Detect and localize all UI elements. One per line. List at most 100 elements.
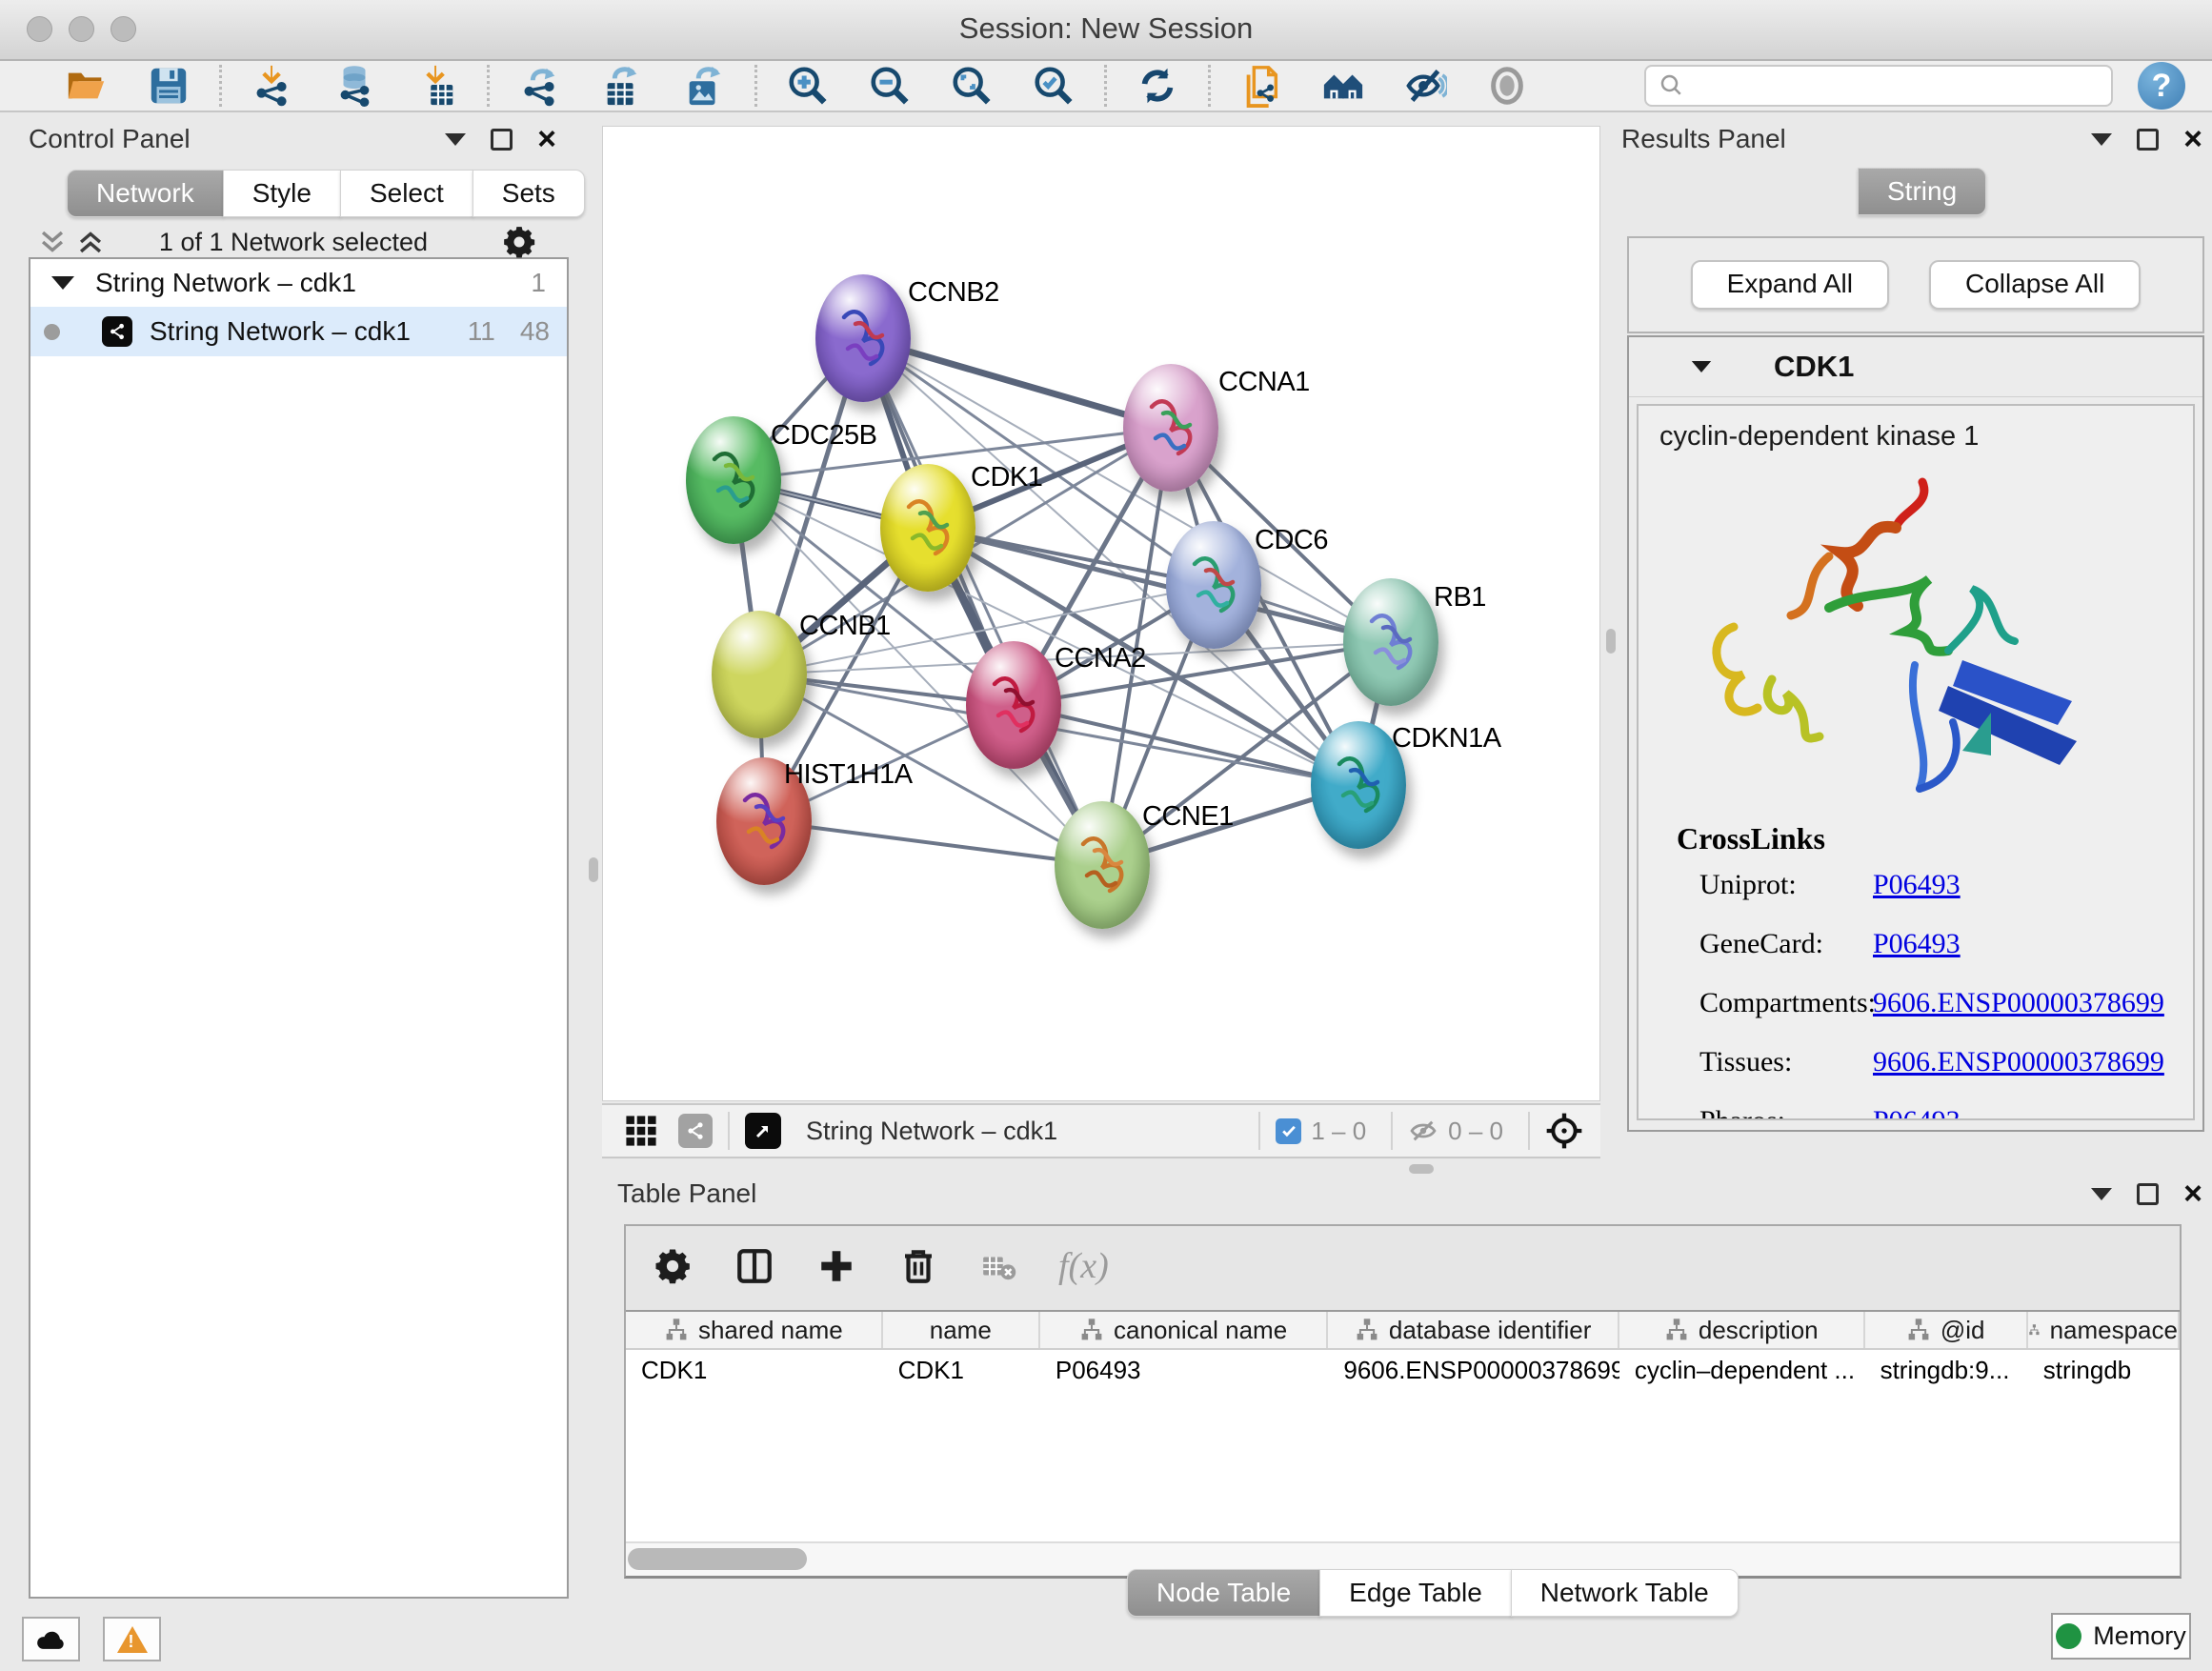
open-file-icon[interactable] (65, 64, 109, 108)
search-input[interactable] (1686, 70, 2090, 102)
panel-menu-icon[interactable] (445, 133, 466, 146)
network-node-CDC6[interactable] (1166, 521, 1261, 649)
node-label-CCNB2: CCNB2 (908, 277, 999, 309)
column-header-shared-name[interactable]: shared name (626, 1312, 883, 1348)
tab-network-table[interactable]: Network Table (1511, 1569, 1739, 1617)
tab-style[interactable]: Style (223, 170, 341, 217)
detach-view-icon[interactable] (745, 1113, 781, 1149)
float-panel-icon[interactable] (2137, 129, 2159, 151)
warning-status-button[interactable] (103, 1617, 161, 1661)
network-tree-row-selected[interactable]: String Network – cdk1 11 48 (30, 307, 567, 356)
selected-nodes-checkbox[interactable] (1276, 1118, 1301, 1144)
zoom-out-icon[interactable] (868, 64, 912, 108)
right-splitter-handle[interactable] (1606, 629, 1616, 654)
column-hierarchy-icon (1664, 1318, 1689, 1342)
network-node-CCNB1[interactable] (712, 611, 807, 738)
cell-name[interactable]: CDK1 (883, 1350, 1040, 1394)
cell-database-identifier[interactable]: 9606.ENSP00000378699 (1328, 1350, 1619, 1394)
save-session-icon[interactable] (147, 64, 191, 108)
export-image-icon[interactable] (682, 64, 726, 108)
show-hidden-eye-icon[interactable] (1485, 64, 1529, 108)
network-node-CCNA1[interactable] (1123, 364, 1218, 492)
tab-select[interactable]: Select (340, 170, 473, 217)
network-node-CCNA2[interactable] (966, 641, 1061, 769)
cell-description[interactable]: cyclin–dependent ... (1619, 1350, 1865, 1394)
houses-icon[interactable] (1321, 64, 1365, 108)
zoom-window-icon[interactable] (111, 16, 136, 42)
collapse-all-icon[interactable] (36, 228, 69, 256)
zoom-fit-icon[interactable] (950, 64, 994, 108)
results-buttons-box: Expand All Collapse All (1627, 236, 2204, 333)
hide-selected-eye-icon[interactable] (1403, 64, 1447, 108)
section-collapse-icon[interactable] (1692, 361, 1711, 372)
table-gear-icon[interactable] (653, 1246, 693, 1286)
column-header-database-identifier[interactable]: database identifier (1328, 1312, 1619, 1348)
network-canvas[interactable]: CCNB2CCNA1CDC25BCDK1CDC6RB1CCNB1CCNA2CDK… (602, 126, 1600, 1101)
tab-network[interactable]: Network (67, 170, 224, 217)
cell-namespace[interactable]: stringdb (2028, 1350, 2180, 1394)
close-panel-icon[interactable]: × (2183, 130, 2202, 149)
close-panel-icon[interactable]: × (2183, 1184, 2202, 1203)
network-node-CDC25B[interactable] (686, 416, 781, 544)
column-header--id[interactable]: @id (1865, 1312, 2028, 1348)
tab-edge-table[interactable]: Edge Table (1319, 1569, 1512, 1617)
import-network-icon[interactable] (251, 64, 294, 108)
import-network-from-database-icon[interactable] (332, 64, 376, 108)
network-node-CDK1[interactable] (880, 464, 975, 592)
bottom-splitter-handle[interactable] (1409, 1164, 1434, 1174)
network-node-RB1[interactable] (1343, 578, 1438, 706)
tab-sets[interactable]: Sets (473, 170, 585, 217)
export-network-icon[interactable] (518, 64, 562, 108)
crosslink-link[interactable]: P06493 (1873, 928, 1961, 960)
cell--id[interactable]: stringdb:9... (1865, 1350, 2028, 1394)
tab-string[interactable]: String (1858, 168, 1986, 215)
column-header-description[interactable]: description (1619, 1312, 1865, 1348)
crosslink-link[interactable]: 9606.ENSP00000378699 (1873, 987, 2164, 1019)
column-header-name[interactable]: name (883, 1312, 1040, 1348)
scrollbar-thumb[interactable] (628, 1548, 807, 1570)
cloud-status-button[interactable] (22, 1617, 80, 1661)
table-row[interactable]: CDK1CDK1P064939606.ENSP00000378699cyclin… (626, 1350, 2180, 1394)
delete-column-trash-icon[interactable] (898, 1246, 938, 1286)
float-panel-icon[interactable] (2137, 1183, 2159, 1205)
collection-count: 1 (531, 268, 546, 298)
column-header-canonical-name[interactable]: canonical name (1040, 1312, 1329, 1348)
help-button[interactable]: ? (2138, 62, 2185, 110)
crosslink-link[interactable]: P06493 (1873, 1105, 1961, 1120)
minimize-window-icon[interactable] (69, 16, 94, 42)
cell-shared-name[interactable]: CDK1 (626, 1350, 883, 1394)
crosslink-link[interactable]: 9606.ENSP00000378699 (1873, 1046, 2164, 1078)
add-column-icon[interactable] (816, 1246, 856, 1286)
crosslink-link[interactable]: P06493 (1873, 869, 1961, 901)
memory-button[interactable]: Memory (2051, 1613, 2191, 1660)
network-node-CCNE1[interactable] (1055, 801, 1150, 929)
refresh-icon[interactable] (1136, 64, 1179, 108)
cell-canonical-name[interactable]: P06493 (1040, 1350, 1328, 1394)
birdseye-crosshair-icon[interactable] (1545, 1112, 1583, 1150)
expand-all-icon[interactable] (74, 228, 107, 256)
collapse-all-button[interactable]: Collapse All (1929, 260, 2141, 310)
show-columns-icon[interactable] (734, 1246, 774, 1286)
expand-all-button[interactable]: Expand All (1691, 260, 1889, 310)
tree-expand-icon[interactable] (51, 276, 74, 290)
column-header-namespace[interactable]: namespace (2028, 1312, 2180, 1348)
import-table-icon[interactable] (414, 64, 458, 108)
zoom-in-icon[interactable] (786, 64, 830, 108)
network-status-dot (44, 324, 60, 340)
panel-menu-icon[interactable] (2091, 133, 2112, 146)
network-share-view-icon[interactable] (678, 1114, 713, 1148)
panel-menu-icon[interactable] (2091, 1188, 2112, 1200)
duplicate-network-icon[interactable] (1239, 64, 1283, 108)
network-options-gear-icon[interactable] (501, 224, 537, 260)
zoom-selected-icon[interactable] (1032, 64, 1076, 108)
search-field[interactable] (1644, 65, 2113, 107)
network-tree-root-row[interactable]: String Network – cdk1 1 (30, 259, 567, 307)
close-window-icon[interactable] (27, 16, 52, 42)
close-panel-icon[interactable]: × (537, 130, 556, 149)
left-splitter-handle[interactable] (589, 857, 598, 882)
tab-node-table[interactable]: Node Table (1127, 1569, 1320, 1617)
network-node-CCNB2[interactable] (815, 274, 911, 402)
float-panel-icon[interactable] (491, 129, 513, 151)
grid-view-icon[interactable] (625, 1115, 657, 1147)
export-table-icon[interactable] (600, 64, 644, 108)
